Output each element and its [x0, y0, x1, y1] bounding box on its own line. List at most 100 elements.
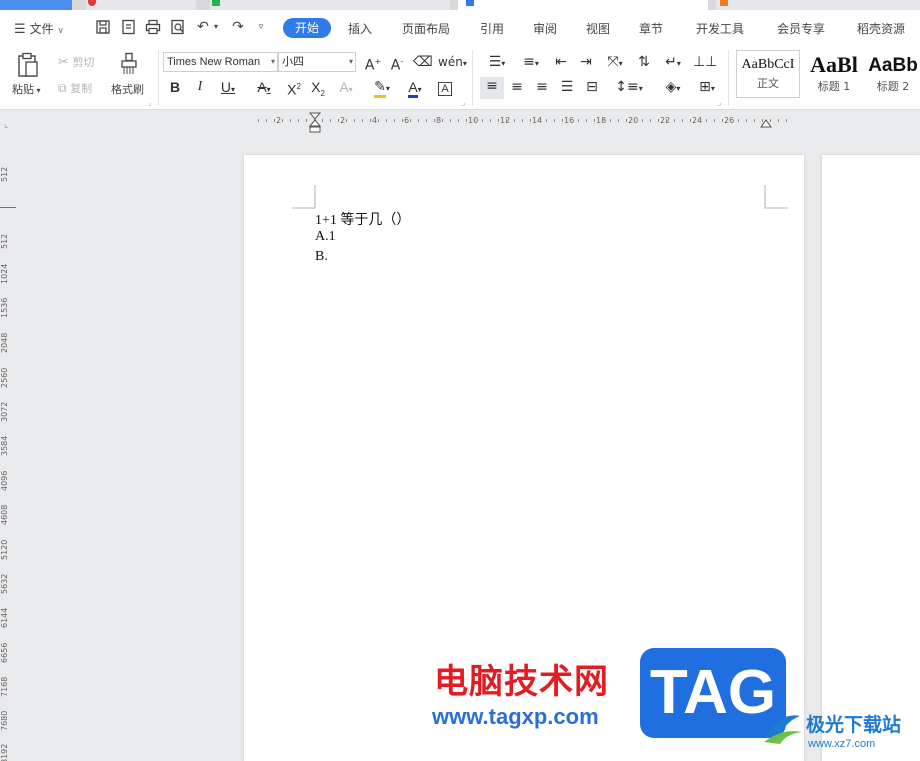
vertical-ruler[interactable]: 512 512 1024 1536 2048 2560 3072 3584 4096 4608 51…: [0, 150, 16, 761]
watermark-brand-url: www.xz7.com: [808, 738, 876, 750]
tab-chapter[interactable]: 章节: [639, 20, 663, 37]
tab-references[interactable]: 引用: [480, 20, 504, 37]
ruler-tick-mark: [346, 119, 347, 122]
next-document-page[interactable]: [822, 155, 920, 761]
quick-access-more-icon[interactable]: ▿: [255, 19, 267, 35]
style-normal[interactable]: AaBbCcI 正文: [736, 50, 800, 98]
ruler-tick-mark: [434, 119, 435, 122]
ruler-tick-label: 3584: [0, 435, 9, 457]
tab-member[interactable]: 会员专享: [777, 20, 825, 37]
ruler-tick-mark: [578, 119, 579, 122]
style-heading-2[interactable]: AaBb 标题 2: [866, 50, 920, 98]
numbered-list-icon[interactable]: ≡▾: [516, 53, 546, 73]
ruler-tick-mark: [610, 119, 611, 122]
window-tab[interactable]: [210, 0, 450, 10]
character-border-icon[interactable]: A: [436, 78, 454, 98]
ruler-corner-icon[interactable]: ⌞: [4, 120, 8, 130]
redo-icon[interactable]: ↷: [230, 19, 246, 35]
tab-developer[interactable]: 开发工具: [696, 20, 744, 37]
justify-icon[interactable]: ☰: [557, 78, 577, 96]
file-menu[interactable]: ☰ 文件 ∨: [14, 20, 64, 37]
undo-icon[interactable]: ↶: [195, 19, 211, 35]
ruler-tick-mark: [402, 119, 403, 122]
font-launcher-icon[interactable]: ⌟: [462, 99, 465, 107]
subscript-icon[interactable]: X2: [308, 78, 328, 103]
window-tab-active[interactable]: [458, 0, 708, 10]
ruler-tick-mark: [274, 119, 275, 122]
export-pdf-icon[interactable]: [121, 19, 137, 35]
show-hide-marks-icon[interactable]: ↵▾: [659, 53, 687, 73]
bullet-list-icon[interactable]: ☰▾: [482, 53, 512, 73]
menu-bar: ☰ 文件 ∨ ↶ ▾ ↷ ▿ 开始 插入 页面布局 引用 审阅 视图 章节 开发…: [0, 10, 920, 46]
highlight-color-icon[interactable]: ✎▾: [368, 78, 396, 98]
align-right-icon[interactable]: ≡: [532, 78, 552, 96]
shading-icon[interactable]: ◈▾: [658, 78, 688, 98]
right-indent-marker-icon[interactable]: [759, 113, 773, 129]
line-spacing-icon[interactable]: ↕≡▾: [614, 78, 644, 98]
copy-button[interactable]: ⧉ 复制: [58, 80, 92, 96]
align-left-icon[interactable]: ≡: [480, 77, 504, 99]
window-tab[interactable]: [0, 0, 72, 10]
paragraph-launcher-icon[interactable]: ⌟: [718, 99, 721, 107]
paste-button[interactable]: [16, 52, 40, 78]
sort-icon[interactable]: ⇅: [634, 53, 654, 71]
decrease-indent-icon[interactable]: ⇤: [551, 53, 571, 71]
print-icon[interactable]: [145, 19, 161, 35]
ruler-tick-label: 3072: [0, 401, 9, 423]
undo-dropdown-icon[interactable]: ▾: [211, 19, 221, 35]
tab-insert[interactable]: 插入: [348, 20, 372, 37]
tab-review[interactable]: 审阅: [533, 20, 557, 37]
superscript-icon[interactable]: X2: [284, 78, 304, 99]
window-tab[interactable]: [86, 0, 196, 10]
bold-icon[interactable]: B: [166, 78, 184, 96]
format-painter-icon[interactable]: [118, 52, 140, 78]
increase-font-size-icon[interactable]: A+: [364, 53, 382, 75]
print-preview-icon[interactable]: [170, 19, 186, 35]
format-painter-label[interactable]: 格式刷: [111, 81, 144, 97]
cut-button[interactable]: ✂ 剪切: [58, 54, 94, 70]
style-heading-1[interactable]: AaBl 标题 1: [802, 50, 866, 98]
doc-option-a-line[interactable]: A.1: [315, 229, 336, 245]
distributed-align-icon[interactable]: ⊟: [582, 78, 602, 96]
ruler-tick-mark: [354, 119, 355, 122]
ruler-tick-mark: [746, 119, 747, 122]
tab-stops-icon[interactable]: ⊥⊥: [693, 53, 717, 71]
save-icon[interactable]: [95, 19, 111, 35]
ruler-tick-mark: [690, 119, 691, 122]
watermark-site-name: 电脑技术网: [434, 662, 609, 702]
clear-formatting-icon[interactable]: ⌫: [413, 53, 433, 71]
tab-page-layout[interactable]: 页面布局: [402, 20, 450, 37]
underline-icon[interactable]: U▾: [214, 78, 242, 99]
ruler-tick-mark: [370, 119, 371, 122]
hamburger-icon: ☰: [14, 22, 26, 37]
tab-view[interactable]: 视图: [586, 20, 610, 37]
doc-question-line[interactable]: 1+1 等于几（）: [315, 209, 410, 229]
phonetic-guide-icon[interactable]: wén▾: [438, 53, 467, 73]
clipboard-launcher-icon[interactable]: ⌟: [148, 99, 151, 107]
ruler-margin-marker: [0, 207, 16, 208]
doc-option-b-line[interactable]: B.: [315, 249, 328, 265]
font-size-select[interactable]: 小四 ▾: [278, 52, 356, 72]
ruler-tick-mark: [778, 119, 779, 122]
window-tab[interactable]: [716, 0, 920, 10]
decrease-font-size-icon[interactable]: A-: [388, 53, 406, 75]
font-color-icon[interactable]: A▾: [402, 78, 428, 99]
borders-icon[interactable]: ⊞▾: [692, 78, 722, 98]
paste-label[interactable]: 粘贴 ▾: [12, 81, 41, 97]
text-effect-icon[interactable]: A▾: [334, 78, 358, 99]
tab-home[interactable]: 开始: [283, 18, 331, 38]
increase-indent-icon[interactable]: ⇥: [576, 53, 596, 71]
ruler-tick-label: 1536: [0, 297, 9, 319]
ruler-tick-mark: [786, 119, 787, 122]
align-center-icon[interactable]: ≡: [507, 78, 527, 96]
ruler-tick-mark: [466, 119, 467, 122]
italic-icon[interactable]: I: [192, 78, 208, 96]
strikethrough-icon[interactable]: A▾: [250, 78, 278, 99]
tab-docer-resources[interactable]: 稻壳资源: [857, 20, 905, 37]
font-family-select[interactable]: Times New Roman ▾: [163, 52, 278, 72]
indent-marker-icon[interactable]: [308, 111, 322, 133]
chinese-layout-icon[interactable]: ⤧▾: [600, 53, 630, 73]
horizontal-ruler[interactable]: 22468101214161820222426: [246, 110, 806, 132]
ruler-tick-label: 5632: [0, 573, 9, 595]
ruler-tick-mark: [322, 119, 323, 122]
